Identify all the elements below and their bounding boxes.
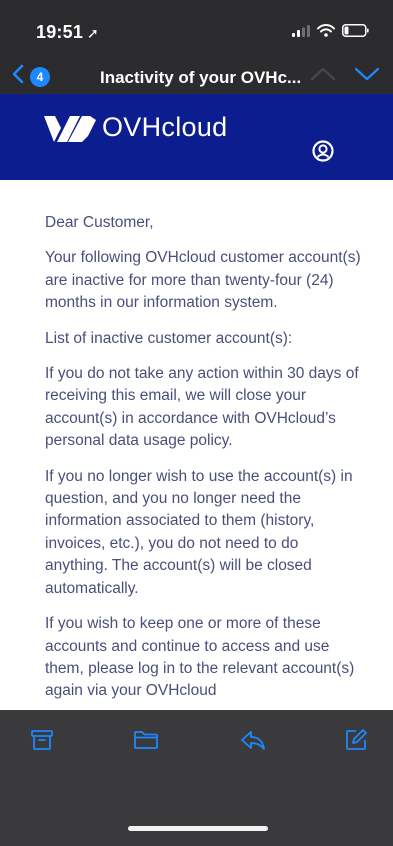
- mail-toolbar: [0, 710, 393, 846]
- status-icons: [292, 24, 369, 37]
- compose-icon: [346, 729, 367, 750]
- back-button[interactable]: 4: [12, 64, 50, 89]
- move-to-folder-button[interactable]: [133, 728, 159, 757]
- home-indicator[interactable]: [128, 826, 268, 831]
- status-bar: 19:51 ➚: [0, 0, 393, 60]
- status-time: 19:51 ➚: [36, 22, 99, 43]
- folder-icon: [134, 731, 158, 749]
- body-paragraph: Your following OVHcloud customer account…: [45, 249, 361, 312]
- wifi-icon: [317, 24, 335, 37]
- body-paragraph: If you no longer wish to use the account…: [45, 467, 353, 597]
- greeting-paragraph: Dear Customer,: [45, 214, 154, 231]
- archive-icon: [31, 730, 53, 750]
- email-body: Dear Customer, Your following OVHcloud c…: [0, 180, 393, 710]
- status-time-text: 19:51: [36, 22, 84, 42]
- mail-nav-bar: 4 Inactivity of your OVHc...: [0, 60, 393, 94]
- body-paragraph: List of inactive customer account(s):: [45, 329, 293, 347]
- signal-icon: [292, 24, 310, 37]
- email-text: Dear Customer, Your following OVHcloud c…: [45, 212, 365, 710]
- message-subject-title: Inactivity of your OVHc...: [100, 68, 300, 87]
- reply-button[interactable]: [240, 728, 266, 757]
- previous-message-button[interactable]: [310, 66, 336, 87]
- brand-name: OVHcloud: [102, 112, 228, 142]
- compose-button[interactable]: [344, 728, 368, 757]
- reply-icon: [241, 731, 265, 750]
- account-icon[interactable]: [312, 140, 334, 162]
- location-arrow-icon: ➚: [87, 25, 99, 41]
- archive-button[interactable]: [30, 728, 54, 757]
- battery-icon: [342, 24, 369, 37]
- chevron-left-icon: [12, 64, 24, 89]
- body-paragraph: If you do not take any action within 30 …: [45, 365, 359, 450]
- next-message-button[interactable]: [354, 66, 380, 87]
- body-paragraph: If you wish to keep one or more of these…: [45, 615, 355, 700]
- chevron-down-icon: [354, 67, 380, 81]
- unread-count-badge: 4: [30, 66, 50, 87]
- chevron-up-icon: [310, 67, 336, 81]
- email-header-banner: OVHcloud: [0, 94, 393, 180]
- ovhcloud-logo-icon: [44, 116, 96, 142]
